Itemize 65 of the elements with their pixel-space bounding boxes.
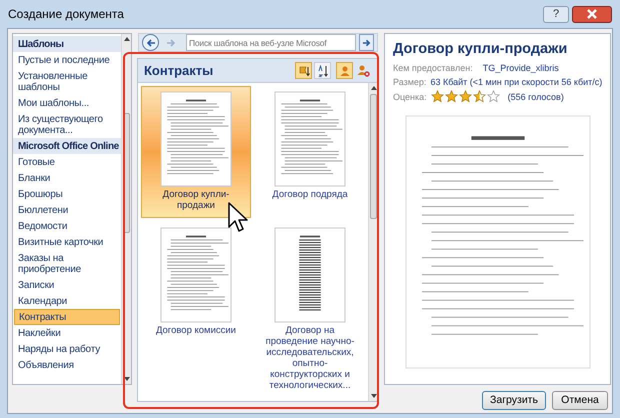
sidebar-item[interactable]: Пустые и последние [13,52,121,68]
search-field[interactable]: Поиск шаблона на веб-узле Microsof [186,34,356,51]
star-icon [486,90,500,103]
sort-button[interactable] [295,62,312,79]
sidebar-item[interactable]: Объявления [13,357,121,373]
close-button[interactable] [572,6,612,22]
template-item[interactable]: Договор на проведение научно-исследовательских, опытно-конструкторских и технологических... [255,222,365,398]
template-label: Договор комиссии [156,325,236,336]
scroll-down-icon[interactable] [124,377,130,381]
sidebar-item[interactable]: Визитные карточки [13,234,121,250]
field-label: Размер: [393,76,426,88]
field-value: 63 Кбайт (<1 мин при скорости 56 кбит/с) [430,76,602,88]
sidebar-item[interactable]: Наклейки [13,325,121,341]
person-remove-icon [357,64,370,77]
template-label: Договор подряда [272,189,348,200]
help-button[interactable]: ? [543,6,569,22]
scroll-up-icon[interactable] [370,86,376,90]
sidebar-item[interactable]: Мои шаблоны... [13,95,121,111]
template-item[interactable]: Договор комиссии [141,222,251,398]
back-button[interactable] [142,34,159,51]
template-label: Договор купли-продажи [162,189,230,211]
sort-alpha-button[interactable] [314,62,331,79]
dialog-button[interactable]: Отмена [552,391,608,410]
dialog-button[interactable]: Загрузить [482,391,546,410]
scrollbar[interactable] [368,83,378,401]
template-title: Договор купли-продажи [393,40,568,58]
sidebar-item[interactable]: Бюллетени [13,202,121,218]
author-link[interactable]: TG_Provide_xlibris [482,62,559,74]
sidebar-header[interactable]: Microsoft Office Online [13,138,121,154]
sidebar-item[interactable]: Бланки [13,170,121,186]
star-icon [444,90,458,103]
template-label: Договор на проведение научно-исследовательских, опытно-конструкторских и технологических... [264,325,356,391]
scroll-up-icon[interactable] [124,37,130,41]
go-arrow-icon [362,38,371,46]
mouse-cursor-icon [228,202,250,234]
person-icon [338,64,350,76]
sidebar-item[interactable]: Брошюры [13,186,121,202]
field-label: Кем предоставлен: [393,62,473,74]
sidebar-header[interactable]: Шаблоны [13,36,121,52]
forward-arrow-icon [166,38,176,46]
back-arrow-icon [146,38,156,46]
sidebar-item[interactable]: Установленные шаблоны [13,68,121,95]
sidebar-item[interactable]: Заказы на приобретение [13,250,121,277]
sort-alpha-icon [316,64,328,76]
sort-icon [298,64,310,76]
sidebar-item[interactable]: Записки [13,277,121,293]
vote-count: (556 голосов) [508,90,564,102]
scroll-down-icon[interactable] [370,394,376,398]
star-icon [472,90,486,103]
template-item[interactable]: Договор подряда [255,86,365,218]
close-icon [586,9,598,19]
scroll-thumb[interactable] [370,94,377,219]
sidebar-item[interactable]: Календари [13,293,121,309]
sidebar-item[interactable]: Наряды на работу [13,341,121,357]
window-title: Создание документа [8,6,124,23]
field-label: Оценка: [393,90,427,102]
star-icon [458,90,472,103]
sidebar-item[interactable]: Готовые [13,154,121,170]
template-item[interactable]: Договор купли-продажи [141,86,251,218]
sidebar-item[interactable]: Ведомости [13,218,121,234]
search-button[interactable] [359,34,374,51]
sidebar-item[interactable]: Из существующего документа... [13,111,121,138]
sidebar-item[interactable]: Контракты [14,309,120,325]
gallery-title: Контракты [144,62,214,80]
star-icon [430,90,444,103]
